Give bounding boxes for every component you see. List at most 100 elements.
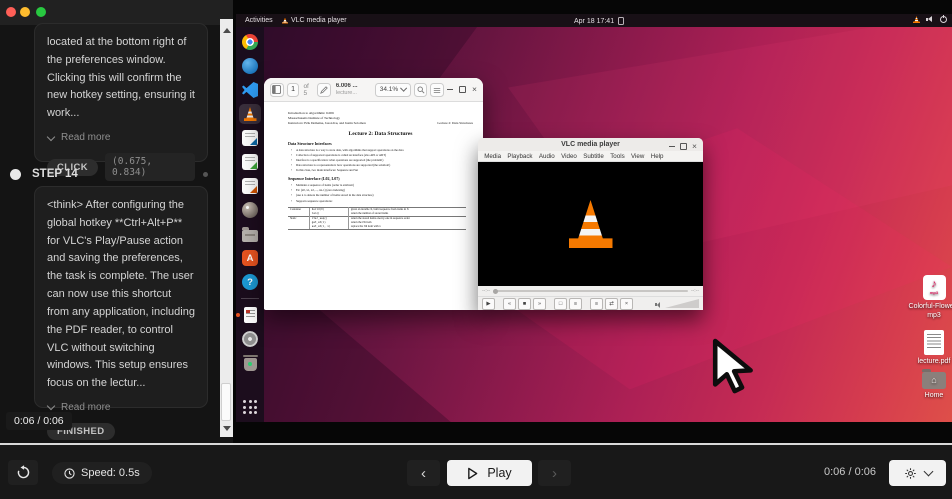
minimize-icon[interactable] <box>669 146 675 147</box>
menu-tools[interactable]: Tools <box>607 153 628 160</box>
show-applications-button[interactable] <box>243 400 257 414</box>
desktop-icon-lecture-pdf[interactable]: lecture.pdf <box>902 330 952 366</box>
fullscreen-button[interactable]: □ <box>554 298 567 310</box>
minimize-traffic-light[interactable] <box>20 7 30 17</box>
close-icon[interactable]: × <box>692 142 697 151</box>
read-more-toggle[interactable]: Read more <box>47 132 195 143</box>
clock-icon <box>64 468 75 479</box>
steps-sidebar: located at the bottom right of the prefe… <box>0 0 233 443</box>
vlc-cone-icon <box>244 107 257 121</box>
dock-icon-vlc[interactable] <box>239 104 261 124</box>
random-button[interactable]: × <box>620 298 633 310</box>
sidebar-toggle-button[interactable] <box>270 83 284 97</box>
scroll-up-arrow-icon[interactable] <box>223 28 231 33</box>
step-label: STEP 14 <box>32 168 78 180</box>
previous-button[interactable]: « <box>503 298 516 310</box>
menu-video[interactable]: Video <box>558 153 580 160</box>
next-button[interactable]: » <box>533 298 546 310</box>
stop-button[interactable]: ■ <box>518 298 531 310</box>
volume-slider[interactable] <box>665 299 699 308</box>
step-bullet-icon <box>10 169 21 180</box>
vlc-titlebar[interactable]: VLC media player × <box>478 138 703 151</box>
speed-button[interactable]: Speed: 0.5s <box>52 462 152 484</box>
pdf-file-icon <box>924 330 944 355</box>
trash-icon <box>244 358 257 371</box>
system-tray[interactable] <box>913 16 947 23</box>
pdf-toolbar: 1 of 5 6.006 ... lecture... 34.1% <box>264 78 483 102</box>
desktop-icon-mp3[interactable]: ♪ mp3 Colorful-Flowers mp3 <box>902 275 952 320</box>
page-count-label: of 5 <box>303 83 313 97</box>
pen-icon <box>320 86 328 94</box>
pdf-viewer-window[interactable]: 1 of 5 6.006 ... lecture... 34.1% <box>264 78 483 310</box>
menu-view[interactable]: View <box>628 153 648 160</box>
annotate-button[interactable] <box>317 83 331 97</box>
dock-icon-libreoffice-calc[interactable] <box>239 152 261 172</box>
search-button[interactable] <box>414 83 428 97</box>
zoom-dropdown[interactable]: 34.1% <box>375 83 411 97</box>
loop-button[interactable]: ⇄ <box>605 298 618 310</box>
playlist-button[interactable]: ≡ <box>590 298 603 310</box>
close-icon[interactable]: × <box>472 85 477 94</box>
dock-icon-trash[interactable] <box>239 353 261 373</box>
restart-button[interactable] <box>8 460 38 485</box>
dock-icon-disc[interactable] <box>239 329 261 349</box>
maximize-traffic-light[interactable] <box>36 7 46 17</box>
dock-icon-libreoffice-writer[interactable] <box>239 128 261 148</box>
scroll-down-arrow-icon[interactable] <box>223 426 231 431</box>
seek-slider[interactable] <box>493 290 688 292</box>
pdf-page: Introduction to Algorithms: 6.006 Massac… <box>264 102 483 309</box>
chevron-down-icon <box>47 132 55 140</box>
play-icon <box>467 467 478 480</box>
dock-icon-vscode[interactable] <box>239 80 261 100</box>
play-button[interactable]: ▶ <box>482 298 495 310</box>
extended-settings-button[interactable]: ≡ <box>569 298 582 310</box>
play-button[interactable]: Play <box>447 460 532 486</box>
volume-control[interactable] <box>655 299 699 309</box>
menu-playback[interactable]: Playback <box>504 153 535 160</box>
chevron-left-icon: ‹ <box>421 465 426 482</box>
dock-icon-help[interactable]: ? <box>239 272 261 292</box>
next-step-button[interactable]: › <box>538 460 571 486</box>
menu-media[interactable]: Media <box>481 153 504 160</box>
scrollbar-thumb[interactable] <box>221 383 231 421</box>
clock-menu[interactable]: Apr 18 17:41 <box>574 17 624 25</box>
focused-app-indicator[interactable]: VLC media player <box>282 17 347 24</box>
dock-icon-ubuntu-software[interactable]: A <box>239 248 261 268</box>
chevron-down-icon <box>923 467 933 477</box>
music-note-icon: ♪ <box>931 279 937 290</box>
menu-button[interactable] <box>430 83 444 97</box>
total-time: --:-- <box>691 288 699 294</box>
dock-icon-chrome[interactable] <box>239 32 261 52</box>
dock-icon-document-viewer[interactable] <box>239 305 261 325</box>
desktop-icon-home[interactable]: ⌂ Home <box>902 372 952 400</box>
vlc-menubar: Media Playback Audio Video Subtitle Tool… <box>478 151 703 162</box>
gnome-topbar: Activities VLC media player Apr 18 17:41 <box>236 14 952 27</box>
menu-help[interactable]: Help <box>648 153 667 160</box>
maximize-icon[interactable] <box>459 86 466 93</box>
document-viewer-icon <box>244 307 257 323</box>
dock-icon-libreoffice-impress[interactable] <box>239 176 261 196</box>
settings-button[interactable] <box>889 460 946 486</box>
close-traffic-light[interactable] <box>6 7 16 17</box>
previous-step-button[interactable]: ‹ <box>407 460 440 486</box>
notification-icon <box>618 17 624 25</box>
vlc-controls: ▶ « ■ » □ ≡ ≡ ⇄ × <box>478 296 703 310</box>
sidebar-scrollbar[interactable] <box>220 19 233 437</box>
dock-icon-files[interactable] <box>239 224 261 244</box>
maximize-icon[interactable] <box>680 143 687 150</box>
doc-header-right: Lecture 2: Data Structures <box>437 121 473 126</box>
menu-subtitle[interactable]: Subtitle <box>580 153 607 160</box>
dock-icon-thunderbird[interactable] <box>239 56 261 76</box>
restart-icon <box>16 465 31 480</box>
doc-header-line: Instructors: Erik Demaine, Jason Ku, and… <box>288 121 366 126</box>
minimize-icon[interactable] <box>447 89 453 90</box>
page-number-field[interactable]: 1 <box>287 83 300 97</box>
gimp-icon <box>242 202 258 218</box>
doc-section-heading: Data Structure Interfaces <box>288 141 473 146</box>
vlc-window[interactable]: VLC media player × Media Playback Audio … <box>478 138 703 310</box>
speaker-icon <box>655 301 662 308</box>
dock-icon-gimp[interactable] <box>239 200 261 220</box>
ubuntu-dock: A ? <box>236 27 264 422</box>
activities-button[interactable]: Activities <box>245 17 273 24</box>
menu-audio[interactable]: Audio <box>536 153 558 160</box>
